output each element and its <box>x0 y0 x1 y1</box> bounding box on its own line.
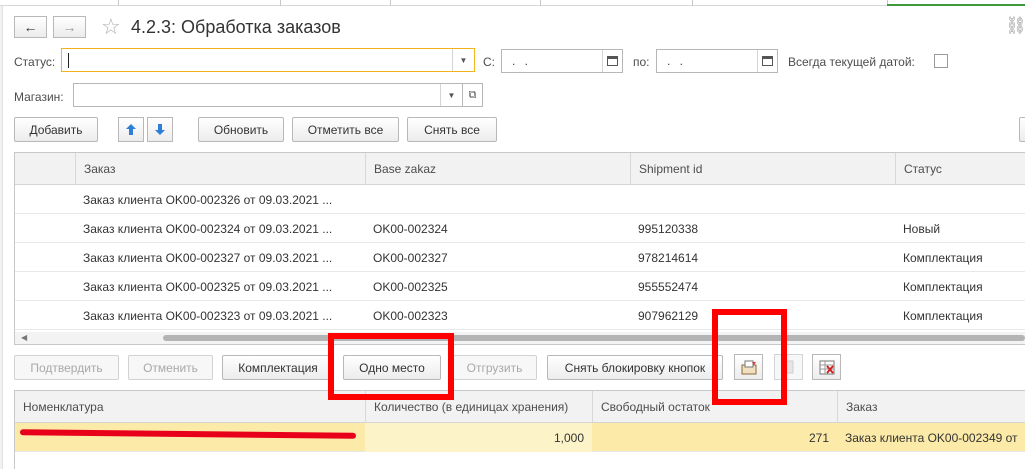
annotation-box <box>328 333 454 400</box>
calendar-icon[interactable] <box>602 50 622 72</box>
ship-button[interactable]: Отгрузить <box>452 355 537 380</box>
item-order-cell: Заказ клиента OK00-002349 от <box>845 430 1018 445</box>
status-cell: Комплектация <box>903 250 983 265</box>
order-cell: Заказ клиента OK00-002326 от 09.03.2021 … <box>83 192 333 207</box>
dropdown-arrow-icon[interactable]: ▼ <box>440 84 462 106</box>
marker-column-header <box>15 153 75 185</box>
calendar-icon[interactable] <box>757 50 777 72</box>
order-cell: Заказ клиента OK00-002324 от 09.03.2021 … <box>83 221 333 236</box>
column-header-base[interactable]: Base zakaz <box>365 153 630 185</box>
back-button[interactable]: ← <box>14 16 47 38</box>
status-label: Статус: <box>14 55 56 69</box>
add-button[interactable]: Добавить <box>14 117 98 142</box>
base-cell: OK00-002325 <box>373 279 448 294</box>
arrow-up-icon <box>126 124 136 135</box>
base-cell: OK00-002327 <box>373 250 448 265</box>
favorite-star-icon[interactable]: ☆ <box>101 14 121 40</box>
base-cell: OK00-002324 <box>373 221 448 236</box>
date-from-label: С: <box>483 55 495 69</box>
more-actions-button[interactable] <box>1019 117 1025 142</box>
qty-cell: 1,000 <box>365 423 592 452</box>
annotation-box <box>712 309 787 405</box>
table-row[interactable]: Заказ клиента OK00-002323 от 09.03.2021 … <box>15 301 1025 330</box>
table-row[interactable]: Заказ клиента OK00-002326 от 09.03.2021 … <box>15 185 1025 214</box>
column-header-order[interactable]: Заказ <box>75 153 365 185</box>
status-cell: Комплектация <box>903 308 983 323</box>
open-icon: ⧉ <box>468 88 477 101</box>
status-field[interactable]: ▼ <box>61 48 475 72</box>
export-excel-button[interactable] <box>812 354 841 380</box>
shipment-cell: 995120338 <box>638 221 699 236</box>
forward-button[interactable]: → <box>53 16 86 38</box>
shop-field[interactable]: ▼ <box>73 83 463 107</box>
table-row[interactable]: 1,000 271 Заказ клиента OK00-002349 от <box>15 423 1025 452</box>
picking-button[interactable]: Комплектация <box>222 355 334 380</box>
page-title: 4.2.3: Обработка заказов <box>131 17 341 37</box>
status-cell <box>895 185 1025 214</box>
mark-all-button[interactable]: Отметить все <box>292 117 399 142</box>
scroll-left-icon[interactable]: ◀ <box>21 333 27 342</box>
column-header-status[interactable]: Статус <box>895 153 1025 185</box>
cancel-button[interactable]: Отменить <box>128 355 213 380</box>
order-cell: Заказ клиента OK00-002323 от 09.03.2021 … <box>83 308 333 323</box>
column-header-shipment[interactable]: Shipment id <box>630 153 895 185</box>
open-shop-button[interactable]: ⧉ <box>463 83 483 107</box>
shop-label: Магазин: <box>14 90 64 104</box>
refresh-button[interactable]: Обновить <box>198 117 284 142</box>
base-cell: OK00-002323 <box>373 308 448 323</box>
free-cell: 271 <box>808 430 829 445</box>
arrow-down-icon <box>155 124 165 135</box>
dropdown-arrow-icon[interactable]: ▼ <box>452 49 474 71</box>
date-from-field[interactable]: . . <box>501 49 623 73</box>
arrow-left-icon: ← <box>23 19 38 35</box>
items-table-header: Номенклатура Количество (в единицах хран… <box>15 391 1025 423</box>
shipment-cell: 955552474 <box>638 279 699 294</box>
unmark-all-button[interactable]: Снять все <box>407 117 497 142</box>
spreadsheet-icon <box>819 360 834 374</box>
column-header-item-order[interactable]: Заказ <box>837 391 1025 423</box>
base-cell <box>365 185 630 214</box>
move-up-button[interactable] <box>118 117 144 142</box>
order-cell: Заказ клиента OK00-002327 от 09.03.2021 … <box>83 250 333 265</box>
link-icon[interactable]: ⛓ <box>1005 16 1025 36</box>
orders-table: Заказ Base zakaz Shipment id Статус Зака… <box>14 152 1025 345</box>
order-cell: Заказ клиента OK00-002325 от 09.03.2021 … <box>83 279 333 294</box>
always-current-label: Всегда текущей датой: <box>788 55 915 69</box>
arrow-right-icon: → <box>62 19 77 35</box>
table-row[interactable]: Заказ клиента OK00-002327 от 09.03.2021 … <box>15 243 1025 272</box>
status-cell: Новый <box>903 221 941 236</box>
shipment-cell: 978214614 <box>638 250 699 265</box>
column-header-item[interactable]: Номенклатура <box>15 391 365 423</box>
date-to-label: по: <box>633 55 650 69</box>
orders-table-header: Заказ Base zakaz Shipment id Статус <box>15 153 1025 185</box>
move-down-button[interactable] <box>147 117 173 142</box>
date-to-field[interactable]: . . <box>656 49 778 73</box>
text-caret <box>68 53 69 68</box>
always-current-checkbox[interactable] <box>934 54 948 68</box>
table-row[interactable]: Заказ клиента OK00-002325 от 09.03.2021 … <box>15 272 1025 301</box>
horizontal-scrollbar[interactable]: ◀ <box>15 332 1025 344</box>
unlock-buttons-button[interactable]: Снять блокировку кнопок <box>547 355 723 380</box>
shipment-cell <box>630 185 895 214</box>
status-cell: Комплектация <box>903 279 983 294</box>
table-row[interactable]: Заказ клиента OK00-002324 от 09.03.2021 … <box>15 214 1025 243</box>
confirm-button[interactable]: Подтвердить <box>14 355 119 380</box>
scrollbar-thumb[interactable] <box>163 335 1025 341</box>
items-table: Номенклатура Количество (в единицах хран… <box>14 390 1025 469</box>
top-divider <box>0 0 1025 6</box>
left-panel-edge <box>0 6 3 469</box>
